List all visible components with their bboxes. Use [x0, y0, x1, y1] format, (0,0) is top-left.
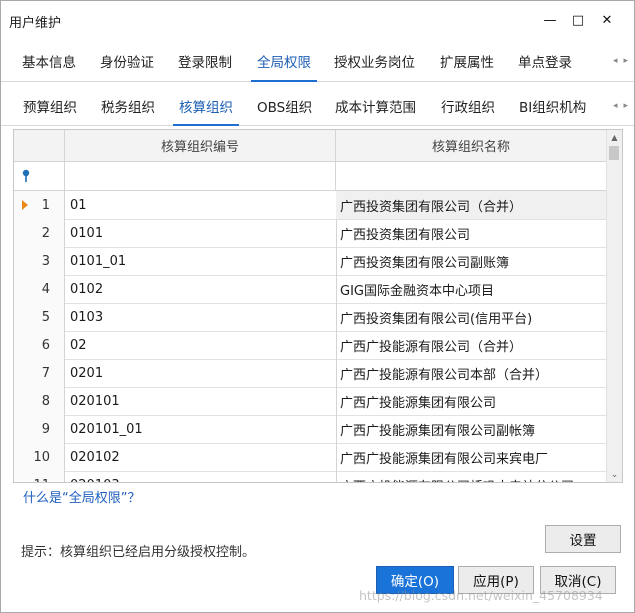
main-tab-bar: 基本信息 身份验证 登录限制 全局权限 授权业务岗位 扩展属性 单点登录 ◂ ▸: [1, 41, 634, 82]
scroll-up-arrow-icon[interactable]: ▲: [607, 130, 622, 144]
tab-obs-org[interactable]: OBS组织: [257, 87, 312, 125]
filter-input-code[interactable]: [65, 162, 336, 190]
user-maintenance-window: 用户维护 — □ ✕ 基本信息 身份验证 登录限制 全局权限 授权业务岗位 扩展…: [0, 0, 635, 613]
table-row[interactable]: 11 020103 广西广投能源有限公司桥巩水电站分公司: [14, 471, 608, 483]
row-number: 10: [33, 449, 50, 465]
maximize-button[interactable]: □: [564, 7, 592, 33]
hint-text: 提示：核算组织已经启用分级授权控制。: [21, 545, 256, 560]
cell-code[interactable]: 020101: [66, 387, 337, 415]
table-row[interactable]: 5 0103 广西投资集团有限公司(信用平台): [14, 303, 606, 332]
tab-accounting-org[interactable]: 核算组织: [173, 87, 239, 126]
vertical-scrollbar[interactable]: ▲ ⌄: [606, 130, 622, 482]
row-number: 6: [41, 337, 50, 353]
cell-code[interactable]: 02: [66, 331, 337, 359]
cell-name[interactable]: 广西广投能源有限公司（合并）: [336, 331, 608, 359]
close-button[interactable]: ✕: [593, 7, 621, 33]
cell-name[interactable]: 广西投资集团有限公司（合并）: [336, 191, 608, 219]
settings-button[interactable]: 设置: [545, 525, 621, 553]
cell-code[interactable]: 020103: [66, 471, 337, 482]
cell-name[interactable]: 广西广投能源集团有限公司: [336, 387, 608, 415]
tab-login-restriction[interactable]: 登录限制: [178, 41, 232, 81]
tab-identity-verification[interactable]: 身份验证: [100, 41, 154, 81]
minimize-button[interactable]: —: [536, 7, 564, 33]
cell-code[interactable]: 0103: [66, 303, 337, 331]
tab-tax-org[interactable]: 税务组织: [101, 87, 155, 125]
global-permission-help-link[interactable]: 什么是“全局权限”？: [23, 487, 140, 506]
chevron-left-icon[interactable]: ◂: [613, 101, 618, 111]
cell-name[interactable]: 广西广投能源有限公司桥巩水电站分公司: [336, 471, 608, 483]
table-row[interactable]: 10 020102 广西广投能源集团有限公司来宾电厂: [14, 443, 606, 472]
row-number: 4: [41, 281, 50, 297]
row-number: 11: [33, 478, 50, 483]
table-row[interactable]: 4 0102 GIG国际金融资本中心项目: [14, 275, 606, 304]
sub-tab-bar: 预算组织 税务组织 核算组织 OBS组织 成本计算范围 行政组织 BI组织机构 …: [1, 87, 634, 126]
tab-cost-calculation-scope[interactable]: 成本计算范围: [335, 87, 416, 125]
current-row-arrow-icon: [22, 200, 28, 210]
table-row[interactable]: 8 020101 广西广投能源集团有限公司: [14, 387, 606, 416]
filter-row: [14, 162, 606, 191]
chevron-left-icon[interactable]: ◂: [613, 56, 618, 66]
pin-icon: [22, 169, 30, 182]
tab-basic-info[interactable]: 基本信息: [22, 41, 76, 81]
tab-single-sign-on[interactable]: 单点登录: [518, 41, 572, 81]
cell-name[interactable]: 广西广投能源有限公司本部（合并）: [336, 359, 608, 387]
tab-global-permission[interactable]: 全局权限: [251, 41, 317, 82]
table-row[interactable]: 1 01 广西投资集团有限公司（合并）: [14, 191, 608, 220]
cell-code[interactable]: 020102: [66, 443, 337, 471]
table-row[interactable]: 3 0101_01 广西投资集团有限公司副账簿: [14, 247, 606, 276]
title-bar: 用户维护 — □ ✕: [1, 1, 634, 39]
table-row[interactable]: 7 0201 广西广投能源有限公司本部（合并）: [14, 359, 606, 388]
subtab-scroll-arrows[interactable]: ◂ ▸: [613, 87, 628, 125]
cell-code[interactable]: 0101: [66, 219, 337, 247]
watermark: https://blog.csdn.net/weixin_45708934: [359, 588, 603, 603]
tab-budget-org[interactable]: 预算组织: [23, 87, 77, 125]
tab-extended-attributes[interactable]: 扩展属性: [440, 41, 494, 81]
table-row[interactable]: 2 0101 广西投资集团有限公司: [14, 219, 606, 248]
accounting-org-grid[interactable]: 核算组织编号 核算组织名称 1 01 广西投资集团有限公司（合并） 2 0101: [13, 129, 623, 483]
row-number: 7: [41, 365, 50, 381]
chevron-right-icon[interactable]: ▸: [623, 56, 628, 66]
cell-name[interactable]: 广西广投能源集团有限公司副帐簿: [336, 415, 608, 443]
cell-name[interactable]: GIG国际金融资本中心项目: [336, 275, 608, 303]
row-number: 2: [41, 225, 50, 241]
chevron-right-icon[interactable]: ▸: [623, 101, 628, 111]
table-row[interactable]: 9 020101_01 广西广投能源集团有限公司副帐簿: [14, 415, 606, 444]
table-row[interactable]: 6 02 广西广投能源有限公司（合并）: [14, 331, 606, 360]
cell-code[interactable]: 0102: [66, 275, 337, 303]
tab-authorized-positions[interactable]: 授权业务岗位: [334, 41, 415, 81]
chevron-down-icon[interactable]: ⌄: [607, 468, 622, 482]
tab-bi-org[interactable]: BI组织机构: [519, 87, 587, 125]
filter-pin-cell: [14, 162, 65, 190]
filter-input-name[interactable]: [336, 162, 606, 190]
cell-name[interactable]: 广西投资集团有限公司(信用平台): [336, 303, 608, 331]
scrollbar-thumb[interactable]: [609, 146, 619, 160]
column-header-name[interactable]: 核算组织名称: [336, 130, 606, 161]
tab-scroll-arrows[interactable]: ◂ ▸: [613, 41, 628, 81]
grid-header: 核算组织编号 核算组织名称: [14, 130, 606, 162]
tab-admin-org[interactable]: 行政组织: [441, 87, 495, 125]
row-number: 5: [41, 309, 50, 325]
cell-name[interactable]: 广西投资集团有限公司副账簿: [336, 247, 608, 275]
cell-code[interactable]: 0201: [66, 359, 337, 387]
cell-name[interactable]: 广西投资集团有限公司: [336, 219, 608, 247]
row-number-header: [14, 130, 65, 161]
row-number: 1: [41, 197, 50, 213]
cell-code[interactable]: 020101_01: [66, 415, 337, 443]
cell-code[interactable]: 01: [66, 191, 337, 219]
column-header-code[interactable]: 核算组织编号: [65, 130, 336, 161]
cell-code[interactable]: 0101_01: [66, 247, 337, 275]
row-number: 9: [41, 421, 50, 437]
row-number: 3: [41, 253, 50, 269]
cell-name[interactable]: 广西广投能源集团有限公司来宾电厂: [336, 443, 608, 471]
window-title: 用户维护: [9, 16, 62, 31]
row-number: 8: [41, 393, 50, 409]
